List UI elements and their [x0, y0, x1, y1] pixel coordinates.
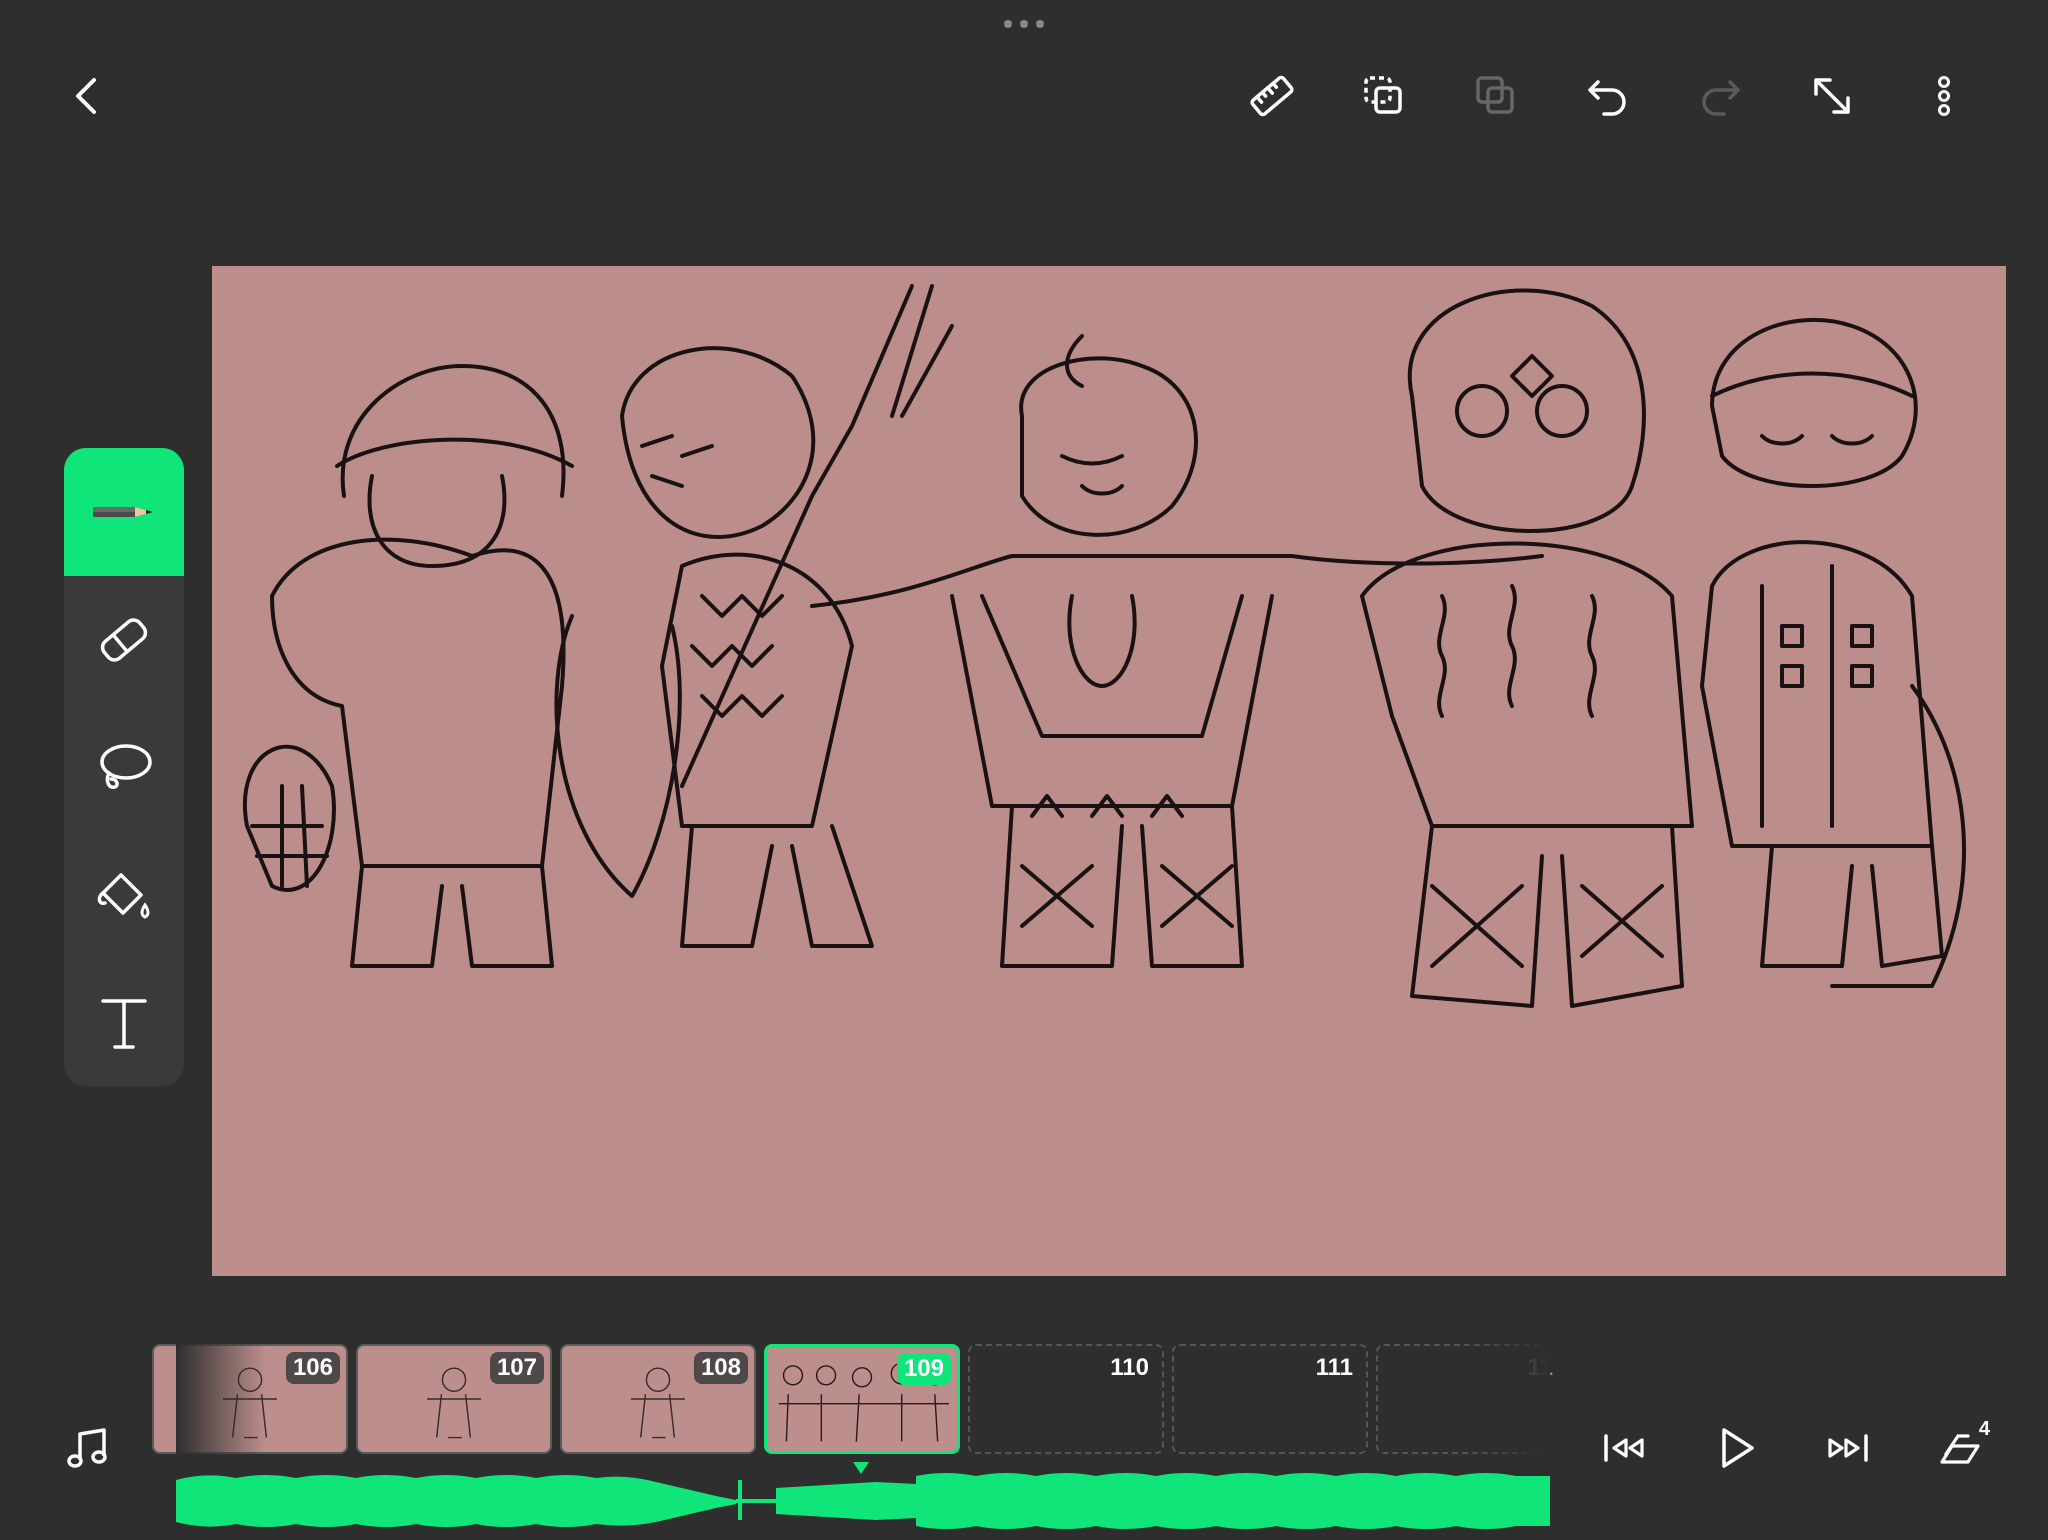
lasso-icon — [100, 744, 152, 790]
fill-bucket-icon — [97, 873, 150, 919]
redo-icon — [1702, 80, 1740, 116]
eraser-tool[interactable] — [64, 576, 184, 704]
pencil-icon — [93, 507, 153, 517]
window-grabber[interactable] — [1000, 20, 1048, 32]
lasso-tool[interactable] — [64, 704, 184, 832]
frame-thumbnail[interactable]: 108 — [560, 1344, 756, 1454]
fill-tool[interactable] — [64, 832, 184, 960]
drawing-canvas[interactable] — [212, 266, 2006, 1276]
undo-icon — [1588, 80, 1626, 116]
expand-button[interactable] — [1796, 60, 1868, 132]
ruler-button[interactable] — [1236, 60, 1308, 132]
more-button[interactable] — [1908, 60, 1980, 132]
sketch-character-2 — [554, 284, 954, 948]
tool-palette — [64, 448, 184, 1086]
more-icon — [1938, 76, 1950, 116]
skip-forward-icon — [1828, 1434, 1868, 1462]
expand-icon — [1814, 78, 1850, 114]
grabber-dot — [1036, 20, 1044, 28]
sketch-character-4 — [1360, 288, 1694, 1008]
skip-back-icon — [1604, 1434, 1644, 1462]
eraser-icon — [100, 618, 148, 662]
text-tool[interactable] — [64, 960, 184, 1086]
skip-to-end-button[interactable] — [1812, 1412, 1884, 1484]
overlay-button[interactable] — [1460, 60, 1532, 132]
pencil-tool[interactable] — [64, 448, 184, 576]
frame-thumbnail-empty[interactable]: 110 — [968, 1344, 1164, 1454]
frame-thumbnail-empty[interactable]: 111 — [1172, 1344, 1368, 1454]
frame-number: 109 — [896, 1353, 951, 1385]
music-note-icon — [67, 1428, 107, 1468]
onion-skin-count: 4 — [1978, 1418, 1990, 1440]
chevron-left-icon — [76, 78, 96, 114]
frame-number: 110 — [1110, 1354, 1149, 1381]
waveform-graphic — [176, 1473, 1550, 1529]
frame-number: 108 — [693, 1352, 748, 1384]
character-lineup-drawing — [243, 284, 1966, 1008]
frame-thumbnail[interactable]: 107 — [356, 1344, 552, 1454]
skip-to-start-button[interactable] — [1588, 1412, 1660, 1484]
grabber-dot — [1020, 20, 1028, 28]
frame-number: 106 — [285, 1352, 340, 1384]
overlay-icon — [1476, 76, 1514, 114]
sketch-character-1 — [243, 364, 574, 968]
onion-skin-button[interactable]: 4 — [1924, 1412, 1996, 1484]
audio-waveform[interactable] — [176, 1470, 1550, 1530]
back-button[interactable] — [52, 60, 124, 132]
frame-number: 107 — [489, 1352, 544, 1384]
sketch-character-5 — [1700, 317, 1966, 988]
redo-button[interactable] — [1684, 60, 1756, 132]
ruler-icon — [1250, 75, 1294, 117]
grabber-dot — [1004, 20, 1012, 28]
undo-button[interactable] — [1572, 60, 1644, 132]
play-button[interactable] — [1700, 1412, 1772, 1484]
text-icon — [101, 999, 147, 1049]
play-icon — [1722, 1428, 1754, 1468]
frame-number: 111 — [1315, 1354, 1353, 1381]
frame-thumbnail-current[interactable]: 109 — [764, 1344, 960, 1454]
duplicate-frame-icon — [1364, 76, 1402, 114]
music-button[interactable] — [52, 1412, 124, 1484]
duplicate-frame-button[interactable] — [1348, 60, 1420, 132]
sketch-character-3 — [810, 334, 1544, 968]
